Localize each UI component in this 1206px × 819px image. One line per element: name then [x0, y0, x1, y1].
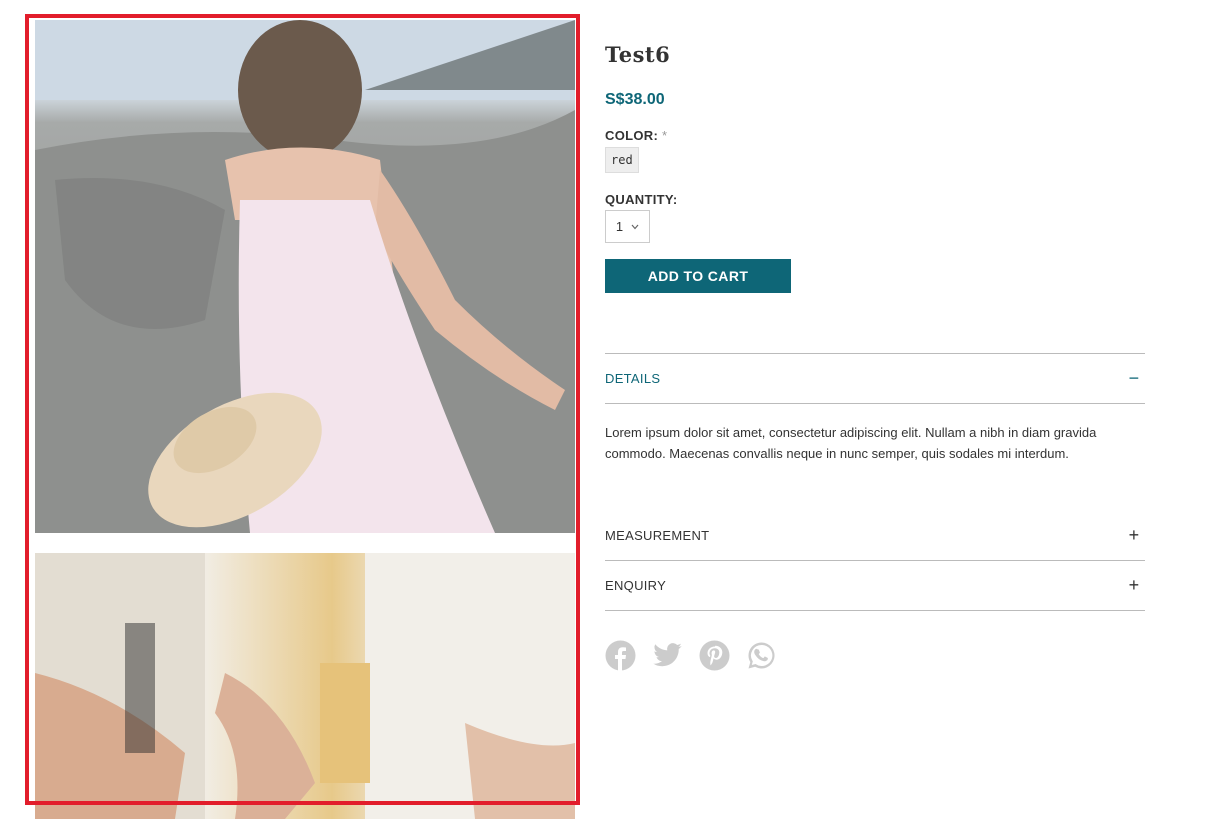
social-share	[605, 640, 777, 671]
chevron-down-icon	[631, 222, 639, 232]
accordion-enquiry-label: ENQUIRY	[605, 578, 667, 593]
product-price: S$38.00	[605, 91, 665, 108]
quantity-value: 1	[615, 219, 624, 234]
collapse-minus-icon: −	[1128, 368, 1140, 388]
color-label: COLOR: *	[605, 128, 667, 143]
accordion-measurement: MEASUREMENT +	[605, 510, 1145, 561]
accordion-enquiry: ENQUIRY +	[605, 561, 1145, 611]
pinterest-icon[interactable]	[699, 640, 730, 671]
facebook-icon[interactable]	[605, 640, 636, 671]
product-title: Test6	[605, 42, 671, 67]
product-info: Test6 S$38.00 COLOR: * red QUANTITY: 1 A…	[605, 42, 1145, 671]
color-option-red[interactable]: red	[605, 147, 639, 173]
required-mark: *	[662, 128, 668, 143]
quantity-select[interactable]: 1	[605, 210, 650, 243]
accordion-details: DETAILS − Lorem ipsum dolor sit amet, co…	[605, 353, 1145, 464]
details-description: Lorem ipsum dolor sit amet, consectetur …	[605, 425, 1097, 461]
accordion-measurement-header[interactable]: MEASUREMENT +	[605, 510, 1145, 561]
expand-plus-icon: +	[1128, 575, 1140, 595]
accordion-enquiry-header[interactable]: ENQUIRY +	[605, 561, 1145, 611]
expand-plus-icon: +	[1128, 524, 1140, 545]
product-image-hands[interactable]	[35, 553, 575, 819]
add-to-cart-button[interactable]: ADD TO CART	[605, 259, 791, 293]
product-gallery	[35, 20, 575, 819]
accordion-details-header[interactable]: DETAILS −	[605, 354, 1145, 404]
quantity-label: QUANTITY:	[605, 192, 678, 207]
whatsapp-icon[interactable]	[746, 640, 777, 671]
accordion-details-label: DETAILS	[605, 371, 661, 386]
color-label-text: COLOR:	[605, 128, 659, 143]
product-image-woman-beach[interactable]	[35, 20, 575, 533]
twitter-icon[interactable]	[652, 640, 683, 671]
accordion-measurement-label: MEASUREMENT	[605, 527, 710, 543]
